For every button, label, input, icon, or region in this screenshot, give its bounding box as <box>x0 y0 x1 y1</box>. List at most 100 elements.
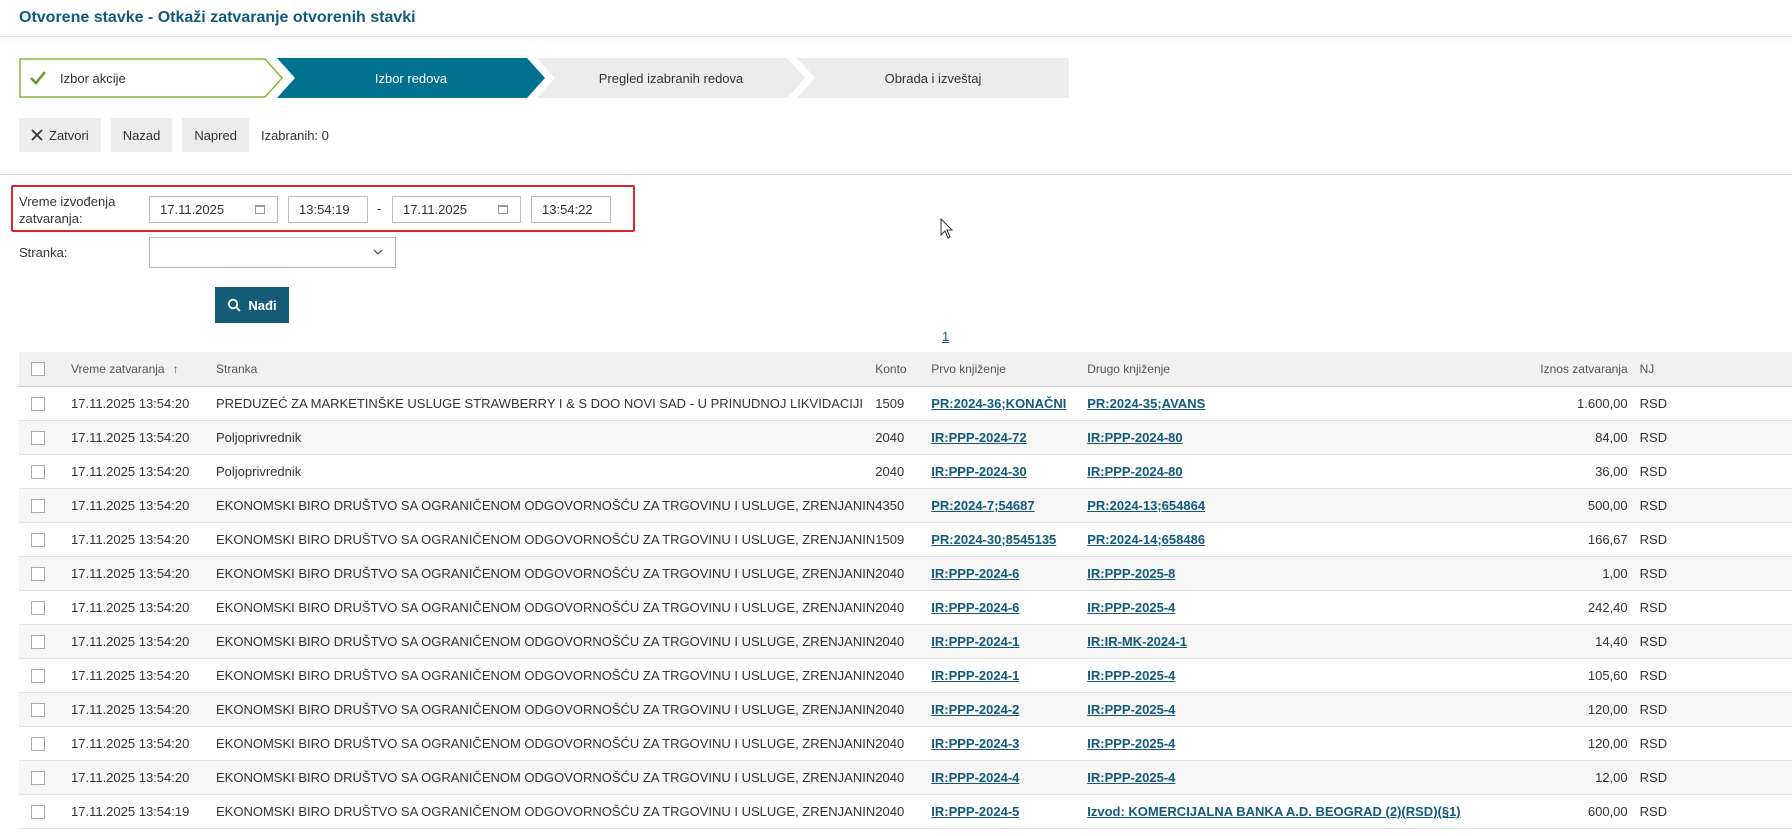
second-posting-link[interactable]: Izvod: KOMERCIJALNA BANKA A.D. BEOGRAD (… <box>1087 804 1460 819</box>
col-header-currency[interactable]: NJ <box>1639 352 1680 387</box>
row-checkbox[interactable] <box>31 635 45 650</box>
second-posting-link[interactable]: IR:PPP-2024-80 <box>1087 430 1182 445</box>
first-posting-link[interactable]: IR:PPP-2024-72 <box>931 430 1026 445</box>
table-row[interactable]: 17.11.2025 13:54:20 EKONOMSKI BIRO DRUŠTV… <box>19 624 1792 659</box>
first-posting-link[interactable]: PR:2024-7;54687 <box>931 498 1034 513</box>
back-button[interactable]: Nazad <box>110 118 173 152</box>
sort-asc-icon[interactable]: ↑ <box>173 362 179 376</box>
row-select-cell[interactable] <box>19 556 71 591</box>
second-posting-link[interactable]: PR:2024-13;654864 <box>1087 498 1205 513</box>
first-posting-link[interactable]: PR:2024-30;8545135 <box>931 532 1056 547</box>
date-to-input[interactable]: 17.11.2025 <box>392 196 521 223</box>
step-shape <box>19 58 284 98</box>
second-posting-link[interactable]: IR:PPP-2025-4 <box>1087 702 1175 717</box>
table-row[interactable]: 17.11.2025 13:54:20 Poljoprivrednik 2040 IR… <box>19 454 1792 489</box>
first-posting-link[interactable]: IR:PPP-2024-2 <box>931 702 1019 717</box>
col-header-second-posting[interactable]: Drugo knjiženje <box>1087 352 1461 387</box>
row-checkbox[interactable] <box>31 533 45 548</box>
second-posting-link[interactable]: IR:PPP-2024-80 <box>1087 464 1182 479</box>
second-posting-link[interactable]: IR:PPP-2025-4 <box>1087 600 1175 615</box>
row-checkbox[interactable] <box>31 567 45 582</box>
row-checkbox[interactable] <box>31 703 45 718</box>
wizard-step-pregled[interactable]: Pregled izabranih redova <box>537 58 805 98</box>
pager-page-1[interactable]: 1 <box>942 329 949 344</box>
select-all-cell[interactable] <box>19 352 71 387</box>
table-row[interactable]: 17.11.2025 13:54:20 EKONOMSKI BIRO DRUŠTV… <box>19 692 1792 727</box>
second-posting-link[interactable]: IR:PPP-2025-4 <box>1087 736 1175 751</box>
time-from-input[interactable]: 13:54:19 <box>288 196 368 223</box>
cell-first-posting: IR:PPP-2024-5 <box>931 794 1088 829</box>
row-checkbox[interactable] <box>31 431 45 446</box>
wizard-step-izbor-akcije[interactable]: Izbor akcije <box>19 58 284 98</box>
second-posting-link[interactable]: IR:IR-MK-2024-1 <box>1087 634 1187 649</box>
table-row[interactable]: 17.11.2025 13:54:20 EKONOMSKI BIRO DRUŠTV… <box>19 590 1792 625</box>
cell-second-posting: IR:PPP-2025-4 <box>1087 658 1461 693</box>
calendar-icon[interactable] <box>255 205 265 214</box>
row-checkbox[interactable] <box>31 805 45 820</box>
cell-spacer <box>1679 692 1792 727</box>
select-all-checkbox[interactable] <box>31 362 45 377</box>
first-posting-link[interactable]: PR:2024-36;KONAČNI <box>931 396 1066 411</box>
table-row[interactable]: 17.11.2025 13:54:19 EKONOMSKI BIRO DRUŠTV… <box>19 794 1792 829</box>
table-row[interactable]: 17.11.2025 13:54:20 EKONOMSKI BIRO DRUŠTV… <box>19 726 1792 761</box>
row-select-cell[interactable] <box>19 590 71 625</box>
calendar-icon[interactable] <box>498 205 508 214</box>
first-posting-link[interactable]: IR:PPP-2024-5 <box>931 804 1019 819</box>
table-row[interactable]: 17.11.2025 13:54:20 PREDUZEĆ ZA MARKETINŠ… <box>19 386 1792 421</box>
row-select-cell[interactable] <box>19 386 71 421</box>
col-header-time[interactable]: Vreme zatvaranja ↑ <box>71 352 216 387</box>
table-row[interactable]: 17.11.2025 13:54:20 EKONOMSKI BIRO DRUŠTV… <box>19 522 1792 557</box>
row-checkbox[interactable] <box>31 771 45 786</box>
first-posting-link[interactable]: IR:PPP-2024-6 <box>931 566 1019 581</box>
second-posting-link[interactable]: IR:PPP-2025-4 <box>1087 770 1175 785</box>
row-select-cell[interactable] <box>19 726 71 761</box>
row-checkbox[interactable] <box>31 465 45 480</box>
second-posting-link[interactable]: PR:2024-14;658486 <box>1087 532 1205 547</box>
second-posting-link[interactable]: IR:PPP-2025-4 <box>1087 668 1175 683</box>
next-button[interactable]: Napred <box>182 118 249 152</box>
divider <box>0 174 1792 175</box>
row-checkbox[interactable] <box>31 601 45 616</box>
wizard-step-obrada[interactable]: Obrada i izveštaj <box>797 58 1069 98</box>
col-header-amount[interactable]: Iznos zatvaranja <box>1460 352 1640 387</box>
col-header-first-posting[interactable]: Prvo knjiženje <box>931 352 1088 387</box>
row-select-cell[interactable] <box>19 624 71 659</box>
col-header-konto[interactable]: Konto <box>875 352 932 387</box>
second-posting-link[interactable]: IR:PPP-2025-8 <box>1087 566 1175 581</box>
row-select-cell[interactable] <box>19 488 71 523</box>
second-posting-link[interactable]: PR:2024-35;AVANS <box>1087 396 1205 411</box>
cell-second-posting: PR:2024-13;654864 <box>1087 488 1461 523</box>
col-header-party[interactable]: Stranka <box>216 352 876 387</box>
first-posting-link[interactable]: IR:PPP-2024-1 <box>931 634 1019 649</box>
search-button[interactable]: Nađi <box>215 287 289 323</box>
row-select-cell[interactable] <box>19 454 71 489</box>
row-select-cell[interactable] <box>19 522 71 557</box>
table-row[interactable]: 17.11.2025 13:54:20 EKONOMSKI BIRO DRUŠTV… <box>19 658 1792 693</box>
row-select-cell[interactable] <box>19 760 71 795</box>
date-from-input[interactable]: 17.11.2025 <box>149 196 278 223</box>
first-posting-link[interactable]: IR:PPP-2024-1 <box>931 668 1019 683</box>
party-select[interactable] <box>149 237 396 268</box>
wizard-step-izbor-redova[interactable]: Izbor redova <box>277 58 545 98</box>
row-checkbox[interactable] <box>31 499 45 514</box>
row-select-cell[interactable] <box>19 420 71 455</box>
row-select-cell[interactable] <box>19 794 71 829</box>
table-row[interactable]: 17.11.2025 13:54:20 EKONOMSKI BIRO DRUŠTV… <box>19 556 1792 591</box>
check-icon <box>30 71 46 85</box>
row-checkbox[interactable] <box>31 397 45 412</box>
first-posting-link[interactable]: IR:PPP-2024-6 <box>931 600 1019 615</box>
first-posting-link[interactable]: IR:PPP-2024-30 <box>931 464 1026 479</box>
row-select-cell[interactable] <box>19 692 71 727</box>
time-to-input[interactable]: 13:54:22 <box>531 196 611 223</box>
cell-first-posting: IR:PPP-2024-30 <box>931 454 1088 489</box>
table-row[interactable]: 17.11.2025 13:54:20 EKONOMSKI BIRO DRUŠTV… <box>19 760 1792 795</box>
row-checkbox[interactable] <box>31 669 45 684</box>
first-posting-link[interactable]: IR:PPP-2024-4 <box>931 770 1019 785</box>
table-row[interactable]: 17.11.2025 13:54:20 Poljoprivrednik 2040 IR… <box>19 420 1792 455</box>
first-posting-link[interactable]: IR:PPP-2024-3 <box>931 736 1019 751</box>
cell-time: 17.11.2025 13:54:20 <box>71 692 216 727</box>
table-row[interactable]: 17.11.2025 13:54:20 EKONOMSKI BIRO DRUŠTV… <box>19 488 1792 523</box>
row-select-cell[interactable] <box>19 658 71 693</box>
row-checkbox[interactable] <box>31 737 45 752</box>
close-button[interactable]: Zatvori <box>19 118 101 152</box>
